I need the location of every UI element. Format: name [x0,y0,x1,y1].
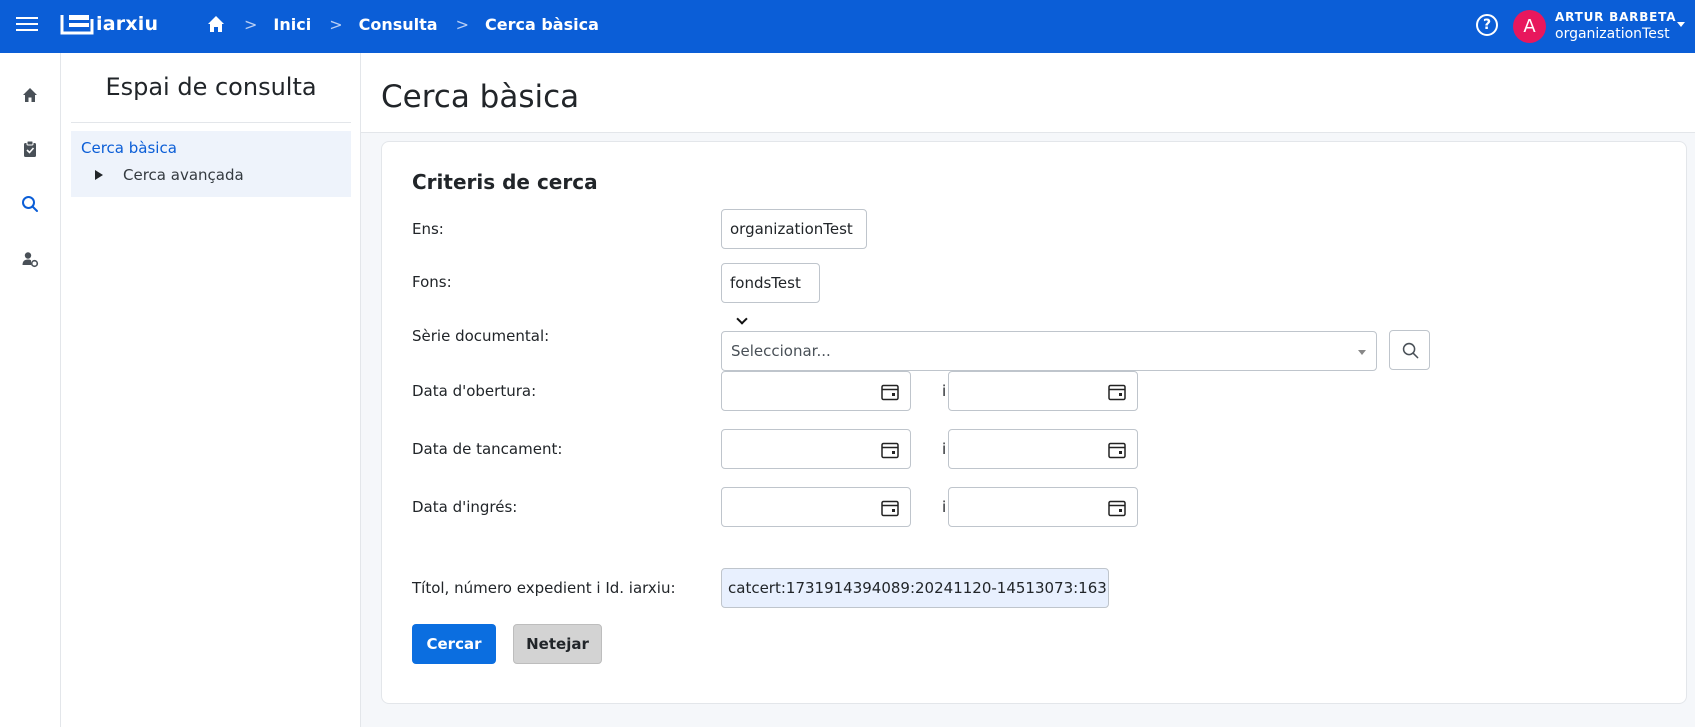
calendar-icon[interactable] [880,440,900,460]
main-content: Cerca bàsica Criteris de cerca Ens: orga… [361,53,1695,727]
sidebar-item-label: Cerca avançada [123,166,244,184]
secondary-sidebar: Espai de consulta Cerca bàsica Cerca ava… [61,53,361,727]
breadcrumb-separator: > [455,14,469,34]
search-icon[interactable] [20,194,40,214]
search-button[interactable]: Cercar [412,624,496,664]
page-header: Cerca bàsica [361,53,1695,133]
date-range-separator: i [942,382,947,400]
chevron-down-icon[interactable] [1677,22,1685,27]
calendar-icon[interactable] [880,382,900,402]
date-range-separator: i [942,498,947,516]
serie-label: Sèrie documental: [412,327,550,345]
titol-label: Títol, número expedient i Id. iarxiu: [412,579,676,597]
ens-label: Ens: [412,220,444,238]
data-ingres-to-input[interactable] [948,487,1138,527]
search-icon [1402,342,1419,359]
ens-select-value: organizationTest [730,220,853,238]
menu-icon[interactable] [16,13,38,35]
chevron-down-icon [1358,350,1366,355]
ens-select[interactable]: organizationTest [721,209,867,271]
search-criteria-card: Criteris de cerca Ens: organizationTest … [381,141,1687,704]
sidebar-item-cerca-avancada[interactable]: Cerca avançada [95,166,244,184]
home-icon[interactable] [206,14,226,34]
titol-input[interactable]: catcert:1731914394089:20241120-14513073:… [721,568,1109,608]
breadcrumb: > Inici > Consulta > Cerca bàsica [206,14,599,34]
sidebar-divider [71,122,351,123]
calendar-icon[interactable] [880,498,900,518]
top-bar: iarxiu > Inici > Consulta > Cerca bàsica… [0,0,1695,53]
breadcrumb-cerca-basica[interactable]: Cerca bàsica [485,15,599,34]
help-icon[interactable]: ? [1476,14,1498,36]
card-title: Criteris de cerca [412,170,598,194]
avatar[interactable]: A [1513,10,1546,43]
data-tancament-from-input[interactable] [721,429,911,469]
user-settings-icon[interactable] [20,249,40,269]
chevron-down-icon [736,313,748,325]
serie-placeholder: Seleccionar... [731,342,831,360]
breadcrumb-separator: > [329,14,343,34]
breadcrumb-consulta[interactable]: Consulta [359,15,438,34]
app-logo[interactable]: iarxiu [60,12,158,36]
data-obertura-to-input[interactable] [948,371,1138,411]
user-name[interactable]: ARTUR BARBETA [1555,10,1676,24]
clear-button[interactable]: Netejar [513,624,602,664]
data-obertura-from-input[interactable] [721,371,911,411]
fons-select[interactable]: fondsTest [721,263,820,325]
sidebar-item-cerca-basica[interactable]: Cerca bàsica [81,139,177,157]
data-ingres-label: Data d'ingrés: [412,498,518,516]
date-range-separator: i [942,440,947,458]
logo-text: iarxiu [96,13,159,35]
clipboard-icon[interactable] [20,139,40,159]
data-tancament-to-input[interactable] [948,429,1138,469]
data-obertura-label: Data d'obertura: [412,382,537,400]
serie-combobox[interactable]: Seleccionar... [721,331,1377,371]
sidebar-title: Espai de consulta [105,73,317,101]
serie-search-button[interactable] [1389,330,1430,370]
caret-right-icon [95,170,103,180]
home-icon[interactable] [20,85,40,105]
breadcrumb-inici[interactable]: Inici [273,15,311,34]
icon-rail [0,53,61,727]
calendar-icon[interactable] [1107,440,1127,460]
user-organization[interactable]: organizationTest [1555,26,1670,42]
page-title: Cerca bàsica [381,79,580,115]
calendar-icon[interactable] [1107,498,1127,518]
data-ingres-from-input[interactable] [721,487,911,527]
breadcrumb-separator: > [244,14,258,34]
fons-label: Fons: [412,273,452,291]
calendar-icon[interactable] [1107,382,1127,402]
data-tancament-label: Data de tancament: [412,440,563,458]
logo-mark-icon [60,15,94,35]
fons-select-value: fondsTest [730,274,801,292]
